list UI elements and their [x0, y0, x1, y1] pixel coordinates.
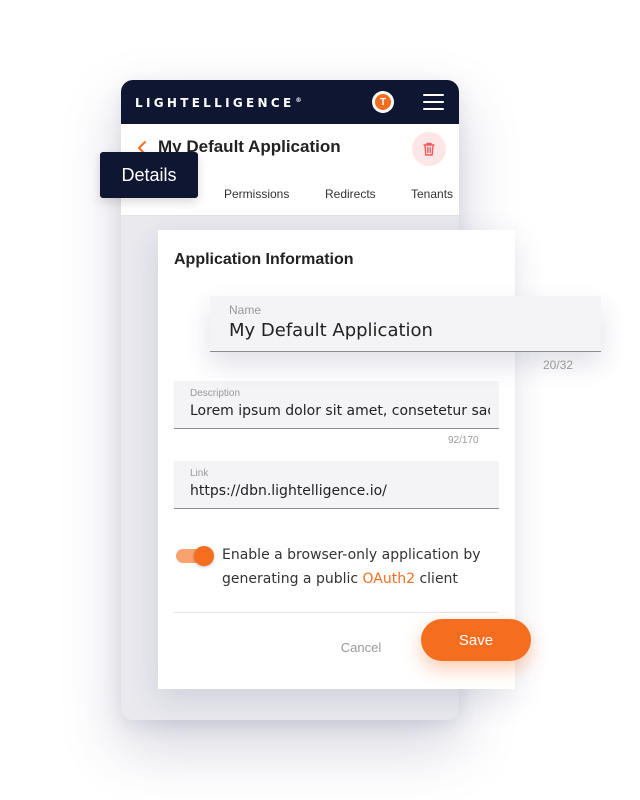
description-label: Description — [190, 388, 241, 399]
delete-button[interactable] — [412, 132, 446, 166]
avatar[interactable]: T — [372, 91, 394, 113]
brand-logo: LIGHTELLIGENCE® — [135, 96, 302, 110]
toggle-knob — [194, 546, 214, 566]
link-label: Link — [190, 468, 209, 479]
name-counter: 20/32 — [543, 358, 574, 372]
cancel-button[interactable]: Cancel — [330, 634, 392, 660]
tab-permissions[interactable]: Permissions — [224, 187, 289, 201]
divider — [174, 612, 498, 613]
trash-icon — [423, 142, 435, 156]
oauth2-link[interactable]: OAuth2 — [363, 571, 416, 587]
hamburger-menu-icon[interactable] — [423, 94, 444, 110]
tab-details[interactable]: Details — [100, 152, 198, 198]
save-button[interactable]: Save — [421, 619, 531, 661]
toggle-description: Enable a browser-only application by gen… — [222, 543, 492, 591]
toggle-text-after: client — [415, 571, 458, 587]
name-label: Name — [229, 303, 262, 317]
name-field[interactable]: Name My Default Application — [210, 296, 601, 352]
tab-redirects[interactable]: Redirects — [325, 187, 376, 201]
browser-only-toggle[interactable] — [176, 546, 214, 566]
name-value: My Default Application — [229, 320, 433, 341]
top-bar: LIGHTELLIGENCE® T — [121, 80, 459, 124]
link-value: https://dbn.lightelligence.io/ — [190, 483, 387, 499]
link-field[interactable]: Link https://dbn.lightelligence.io/ — [174, 461, 499, 509]
description-field[interactable]: Description Lorem ipsum dolor sit amet, … — [174, 381, 499, 429]
card-title: Application Information — [174, 251, 354, 268]
description-counter: 92/170 — [448, 435, 479, 446]
description-value: Lorem ipsum dolor sit amet, consetetur s… — [190, 403, 490, 419]
tab-tenants[interactable]: Tenants — [411, 187, 453, 201]
avatar-initial: T — [375, 94, 391, 110]
